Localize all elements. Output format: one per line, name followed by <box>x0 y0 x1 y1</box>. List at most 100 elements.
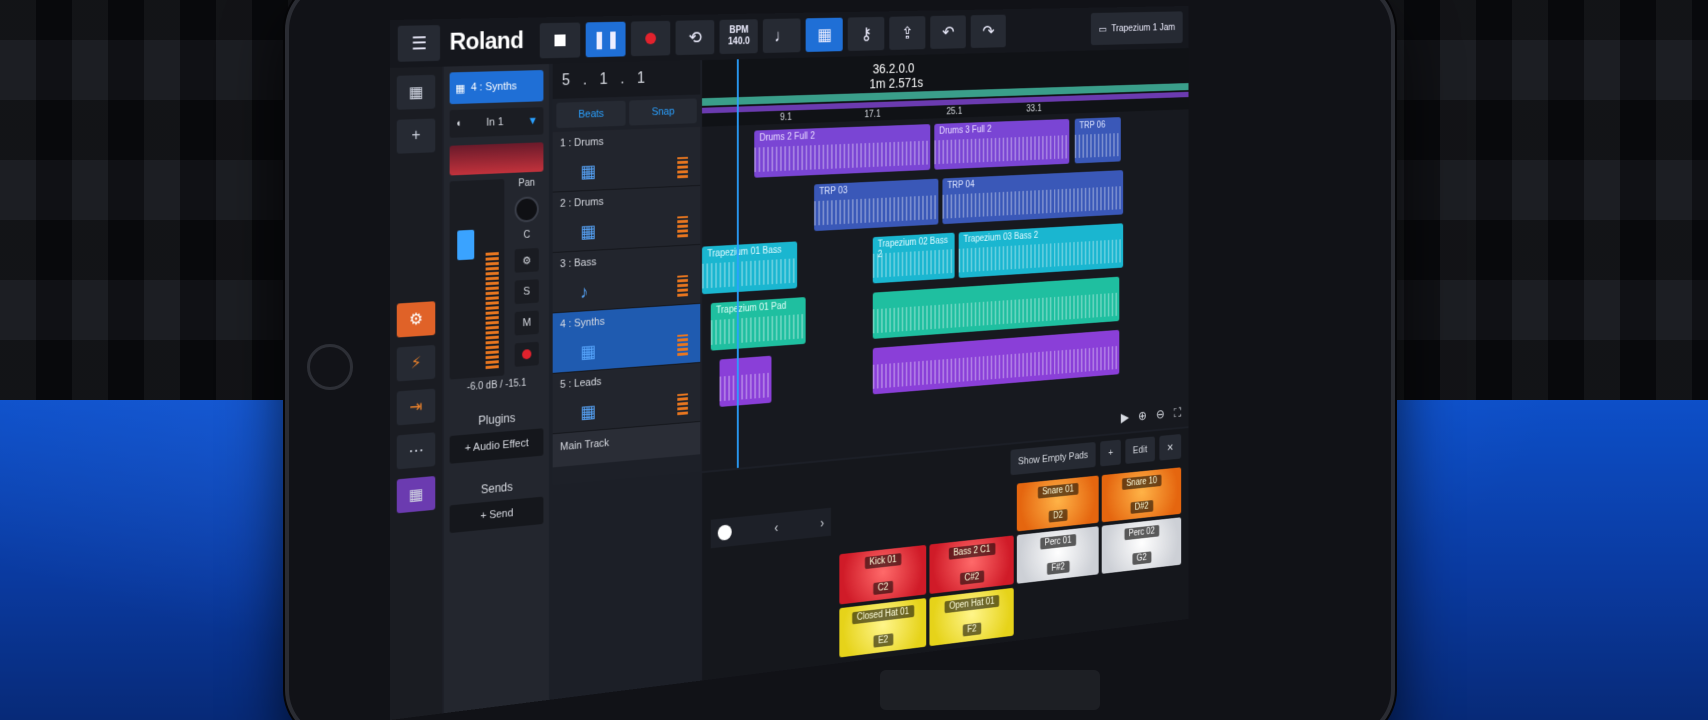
pad-name: Closed Hat 01 <box>851 604 915 625</box>
export-icon: ⇪ <box>901 23 914 42</box>
bpm-display[interactable]: BPM 140.0 <box>719 19 758 55</box>
menu-button[interactable]: ☰ <box>397 25 441 62</box>
synth-icon: ▦ <box>580 341 596 363</box>
pan-knob[interactable] <box>514 196 539 223</box>
pad-note: D#2 <box>1130 500 1154 515</box>
metronome-button[interactable]: ♩ <box>763 18 801 54</box>
add-track-button[interactable]: + <box>396 118 436 154</box>
drum-pad[interactable]: Bass 2 C1 C#2 <box>929 535 1014 594</box>
channel-settings-button[interactable]: ⚙ <box>514 247 539 273</box>
pad-note: G2 <box>1132 551 1152 565</box>
pads-button[interactable]: ▦ <box>396 475 436 514</box>
clip[interactable]: TRP 04 <box>942 170 1124 225</box>
edit-pads-button[interactable]: Edit <box>1125 436 1155 464</box>
browser-button[interactable]: ▦ <box>396 74 436 110</box>
drum-pad[interactable]: Perc 02 G2 <box>1101 517 1182 574</box>
editor-button[interactable]: ⋯ <box>396 432 436 470</box>
selected-track-button[interactable]: ▦ 4 : Synths <box>449 70 544 105</box>
stop-button[interactable] <box>540 22 581 59</box>
add-send-button[interactable]: + Send <box>449 496 544 534</box>
clip[interactable]: Trapezium 03 Bass 2 <box>958 223 1124 278</box>
add-audio-effect-button[interactable]: + Audio Effect <box>449 428 544 464</box>
clip[interactable]: TRP 03 <box>814 178 939 232</box>
pad-name: Snare 10 <box>1121 474 1162 491</box>
track-row-selected[interactable]: 4 : Synths ▦ <box>552 303 701 374</box>
drum-pad[interactable]: Open Hat 01 F2 <box>929 587 1014 647</box>
track-name: 5 : Leads <box>560 376 602 391</box>
pad-note: F2 <box>962 622 982 637</box>
clip[interactable]: Drums 3 Full 2 <box>934 118 1070 170</box>
track-name: 3 : Bass <box>560 256 597 271</box>
empty-pad[interactable] <box>929 484 1013 541</box>
pad-bank-nav: ‹ › <box>710 507 831 549</box>
close-pads-button[interactable]: ✕ <box>1159 433 1182 461</box>
arrangement-view[interactable]: 36.2.0.0 1m 2.571s 9.1 17.1 25.1 33.1 Dr… <box>702 48 1189 472</box>
pause-button[interactable]: ❚❚ <box>585 21 626 58</box>
pad-name: Kick 01 <box>864 553 902 570</box>
key-button[interactable]: ⚷ <box>848 16 885 51</box>
position-bar: 5 <box>561 72 571 90</box>
mute-button[interactable]: M <box>514 310 539 336</box>
record-arm-icon <box>522 349 532 360</box>
empty-pad[interactable] <box>1017 577 1099 635</box>
add-pad-button[interactable]: + <box>1100 439 1121 467</box>
playhead[interactable] <box>736 59 739 468</box>
drum-pad[interactable]: Snare 10 D#2 <box>1101 467 1182 523</box>
grid-icon: ▦ <box>817 24 832 44</box>
track-row[interactable]: 1 : Drums ▦ <box>552 126 701 193</box>
chevron-right-icon[interactable]: › <box>820 515 824 530</box>
volume-fader-handle[interactable] <box>457 229 475 261</box>
show-empty-pads-button[interactable]: Show Empty Pads <box>1010 441 1096 476</box>
synth-icon: ▦ <box>580 401 596 423</box>
pad-note: F#2 <box>1046 560 1070 575</box>
snap-button[interactable]: Snap <box>629 98 697 126</box>
undo-button[interactable]: ↶ <box>930 15 967 49</box>
zoom-out-icon[interactable]: ⊖ <box>1156 406 1165 422</box>
record-button[interactable] <box>631 20 671 57</box>
mixer-button[interactable]: ⚙ <box>396 301 436 338</box>
empty-pad[interactable] <box>1102 568 1181 625</box>
position-display[interactable]: 5 . 1 . 1 <box>552 60 701 100</box>
channel-strip: Pan C ⚙ S M <box>449 177 544 380</box>
zoom-in-icon[interactable]: ⊕ <box>1138 408 1147 424</box>
redo-button[interactable]: ↷ <box>970 14 1007 49</box>
track-row[interactable]: 5 : Leads ▦ <box>552 362 701 435</box>
key-icon: ⚷ <box>860 24 872 43</box>
bpm-label: BPM <box>729 25 749 36</box>
bars-time-readout: 36.2.0.0 <box>872 60 915 77</box>
clip[interactable]: Trapezium 01 Bass <box>702 241 798 295</box>
chevron-left-icon[interactable]: ‹ <box>774 520 778 535</box>
input-selector[interactable]: ◖ In 1 ▼ <box>449 107 544 138</box>
loop-button[interactable]: ⟲ <box>675 20 715 56</box>
clip[interactable]: Trapezium 02 Bass 2 <box>872 232 955 284</box>
song-name: Trapezium 1 Jam <box>1111 22 1176 34</box>
solo-button[interactable]: S <box>514 279 539 305</box>
drum-machine-icon: ▦ <box>580 161 596 182</box>
clip[interactable]: Drums 2 Full 2 <box>754 124 931 178</box>
track-row[interactable]: 2 : Drums ▦ <box>552 185 701 254</box>
clip[interactable]: Trapezium 01 Pad <box>710 297 806 351</box>
effects-button[interactable]: ⚡ <box>396 344 436 382</box>
arm-record-button[interactable] <box>514 341 539 367</box>
beats-button[interactable]: Beats <box>556 100 626 129</box>
import-button[interactable]: ⇥ <box>396 388 436 426</box>
play-icon[interactable]: ▶ <box>1121 410 1129 426</box>
export-button[interactable]: ⇪ <box>889 16 926 50</box>
song-browser-button[interactable]: ▭ Trapezium 1 Jam <box>1090 11 1183 46</box>
pads-icon: ▦ <box>408 485 424 505</box>
bar-label: 33.1 <box>1026 103 1042 115</box>
empty-pad[interactable] <box>839 493 926 551</box>
grid-button[interactable]: ▦ <box>805 17 844 52</box>
drum-pad[interactable]: Kick 01 C2 <box>839 545 927 605</box>
clip[interactable] <box>719 355 772 407</box>
volume-fader-track[interactable] <box>449 179 505 380</box>
drum-pad[interactable]: Snare 01 D2 <box>1016 475 1099 532</box>
bar-label: 9.1 <box>780 112 792 124</box>
fit-screen-icon[interactable]: ⛶ <box>1174 405 1181 421</box>
clip[interactable]: TRP 06 <box>1074 117 1121 164</box>
drum-pad[interactable]: Closed Hat 01 E2 <box>839 597 927 658</box>
drum-pad[interactable]: Perc 01 F#2 <box>1016 526 1099 584</box>
timeline-ruler[interactable]: 36.2.0.0 1m 2.571s 9.1 17.1 25.1 33.1 <box>702 48 1189 127</box>
track-name: 1 : Drums <box>560 136 604 150</box>
track-row[interactable]: 3 : Bass ♪ <box>552 244 701 314</box>
